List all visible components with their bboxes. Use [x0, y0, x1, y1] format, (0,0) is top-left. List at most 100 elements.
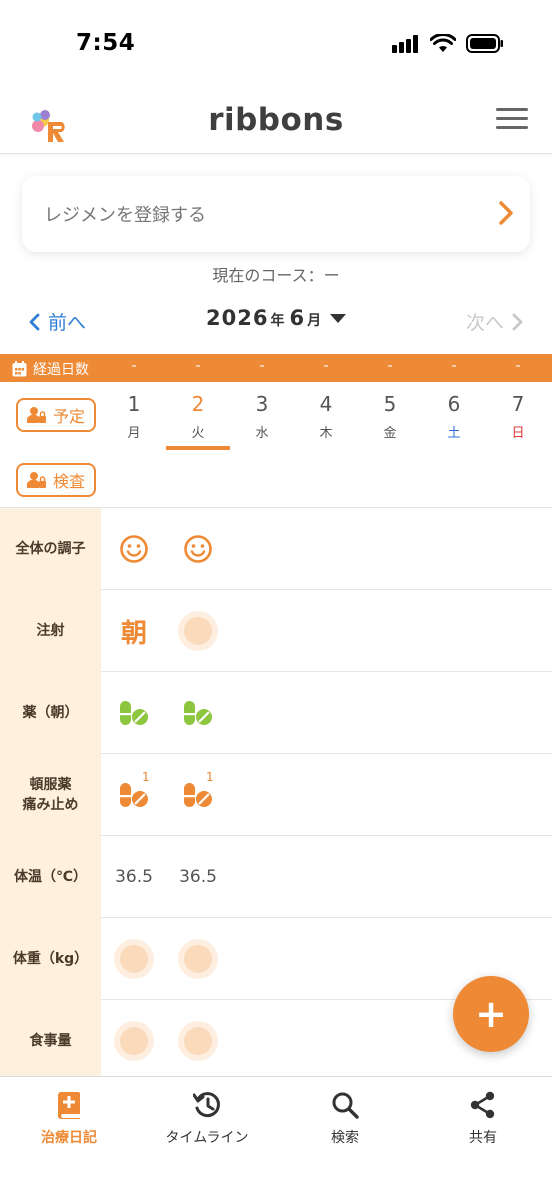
elapsed-days-label: 経過日数	[12, 359, 89, 379]
empty-entry-icon	[114, 939, 154, 979]
elapsed-day-value: -	[387, 358, 393, 374]
day-column-4[interactable]: 4 木	[294, 390, 358, 452]
empty-entry-icon	[178, 1021, 218, 1061]
medicine-row: 薬（朝）	[0, 672, 552, 754]
morning-injection-mark: 朝	[120, 618, 147, 649]
elapsed-day-value: -	[515, 358, 521, 374]
month-navigation: 前へ 2026 年 6 月 次へ	[0, 300, 552, 344]
register-regimen-label: レジメンを登録する	[44, 205, 206, 226]
hamburger-menu-icon[interactable]	[496, 108, 528, 134]
caret-down-icon	[330, 313, 347, 323]
pill-icon	[184, 701, 212, 725]
status-icons	[392, 34, 504, 53]
diary-icon	[58, 1092, 80, 1119]
weight-cell-day1[interactable]	[102, 918, 166, 1000]
weight-label: 体重（kg）	[0, 918, 101, 1000]
prn-medicine-row: 頓服薬 痛み止め 1 1	[0, 754, 552, 836]
nav-tab-search[interactable]: 検索	[276, 1089, 414, 1147]
dose-count-badge: 1	[206, 770, 214, 784]
share-icon	[470, 1091, 495, 1119]
year-unit: 年	[270, 313, 285, 329]
day-column-7[interactable]: 7 日	[486, 390, 550, 452]
elapsed-day-value: -	[195, 358, 201, 374]
weight-cell-day2[interactable]	[166, 918, 230, 1000]
app-title: ribbons	[208, 102, 344, 138]
prn-cell-day2[interactable]: 1	[166, 754, 230, 836]
cellular-signal-icon	[392, 34, 418, 53]
battery-icon	[466, 34, 503, 53]
medicine-cell-day2[interactable]	[166, 672, 230, 754]
pill-icon	[120, 783, 148, 807]
status-time: 7:54	[76, 30, 136, 56]
chevron-right-icon	[499, 201, 513, 225]
chevron-left-icon	[29, 313, 40, 330]
temperature-row: 体温（℃） 36.5 36.5	[0, 836, 552, 918]
month-unit: 月	[307, 313, 322, 329]
schedule-area: 予定 検査 1 月 2 火 3 水 4 木 5 金 6 土 7 日	[0, 382, 552, 508]
calendar-icon	[12, 361, 27, 377]
nav-tab-timeline[interactable]: タイムライン	[138, 1089, 276, 1147]
condition-label: 全体の調子	[0, 508, 101, 590]
chevron-right-icon	[512, 313, 523, 330]
current-course-text: 現在のコース：ー	[212, 266, 340, 285]
app-header: ribbons	[0, 88, 552, 154]
plan-button[interactable]: 予定	[16, 398, 96, 432]
exam-label: 検査	[52, 472, 85, 491]
temperature-cell-day1[interactable]: 36.5	[102, 836, 166, 918]
next-month-label: 次へ	[465, 312, 504, 334]
injection-cell-day2[interactable]	[166, 590, 230, 672]
prn-cell-day1[interactable]: 1	[102, 754, 166, 836]
plus-icon: +	[475, 992, 507, 1036]
elapsed-day-value: -	[323, 358, 329, 374]
register-regimen-button[interactable]: レジメンを登録する	[22, 176, 530, 252]
day-column-5[interactable]: 5 金	[358, 390, 422, 452]
empty-entry-icon	[114, 1021, 154, 1061]
user-lock-icon	[26, 472, 46, 488]
temperature-value: 36.5	[115, 867, 153, 887]
elapsed-days-bar: 経過日数 - - - - - - -	[0, 354, 552, 382]
history-icon	[193, 1092, 220, 1118]
user-lock-icon	[26, 407, 46, 423]
month-value: 6	[289, 306, 306, 330]
wifi-icon	[430, 34, 456, 52]
temperature-cell-day2[interactable]: 36.5	[166, 836, 230, 918]
pill-icon	[184, 783, 212, 807]
prev-month-label: 前へ	[48, 312, 87, 334]
nav-tab-share[interactable]: 共有	[414, 1089, 552, 1147]
day-column-1[interactable]: 1 月	[102, 390, 166, 452]
meal-cell-day2[interactable]	[166, 1000, 230, 1082]
smiley-icon	[184, 535, 212, 563]
bottom-navigation: 治療日記 タイムライン 検索 共有	[0, 1076, 552, 1200]
temperature-value: 36.5	[179, 867, 217, 887]
prn-medicine-label: 頓服薬 痛み止め	[0, 754, 101, 836]
plan-label: 予定	[52, 407, 85, 426]
empty-entry-icon	[178, 611, 218, 651]
day-column-2[interactable]: 2 火	[166, 390, 230, 452]
status-bar: 7:54	[0, 0, 552, 88]
prev-month-button[interactable]: 前へ	[28, 308, 86, 335]
pill-icon	[120, 701, 148, 725]
injection-cell-day1[interactable]: 朝	[102, 590, 166, 672]
exam-button[interactable]: 検査	[16, 463, 96, 497]
year-value: 2026	[206, 306, 269, 330]
app-screen: 7:54 ribbons レジメンを登録する 現在のコース：ー 前へ 2026 …	[0, 0, 552, 1200]
add-record-button[interactable]: +	[453, 976, 529, 1052]
empty-entry-icon	[178, 939, 218, 979]
search-icon	[332, 1092, 359, 1119]
elapsed-day-value: -	[259, 358, 265, 374]
medicine-label: 薬（朝）	[0, 672, 101, 754]
nav-tab-diary[interactable]: 治療日記	[0, 1089, 138, 1147]
dose-count-badge: 1	[142, 770, 150, 784]
meal-cell-day1[interactable]	[102, 1000, 166, 1082]
elapsed-day-value: -	[451, 358, 457, 374]
day-column-6[interactable]: 6 土	[422, 390, 486, 452]
month-selector[interactable]: 2026 年 6 月	[206, 306, 347, 330]
smiley-icon	[120, 535, 148, 563]
injection-row: 注射 朝	[0, 590, 552, 672]
condition-row: 全体の調子	[0, 508, 552, 590]
day-column-3[interactable]: 3 水	[230, 390, 294, 452]
condition-cell-day1[interactable]	[102, 508, 166, 590]
condition-cell-day2[interactable]	[166, 508, 230, 590]
next-month-button[interactable]: 次へ	[466, 308, 524, 335]
medicine-cell-day1[interactable]	[102, 672, 166, 754]
